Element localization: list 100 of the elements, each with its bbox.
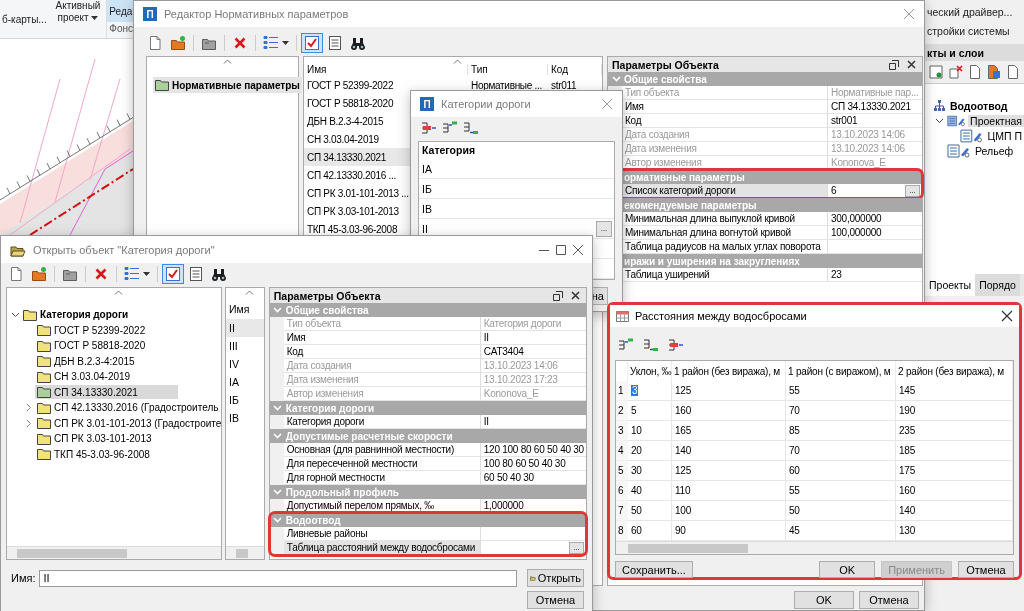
table-cell[interactable]: 185 (896, 441, 1013, 461)
property-value[interactable]: str001 (831, 115, 858, 126)
property-value[interactable]: 6 (831, 185, 837, 196)
property-value[interactable]: CAT3404 (483, 346, 524, 357)
table-cell[interactable]: 145 (896, 381, 1013, 401)
list-row[interactable]: ГОСТ Р 52399-2022 Нормативные ... str011 (304, 76, 602, 94)
property-value[interactable]: II (483, 416, 489, 427)
tree-item[interactable]: ТКП 45-3.03-96-2008 (35, 447, 152, 462)
table-cell[interactable]: 235 (896, 421, 1013, 441)
tree-item[interactable]: Нормативные параметры (153, 77, 302, 93)
list-item[interactable]: IВ (226, 409, 264, 427)
tree-item[interactable]: Проектная (968, 114, 1024, 127)
tree-item[interactable]: ЦМП П (985, 129, 1024, 142)
restore-icon[interactable] (889, 59, 899, 70)
property-value[interactable]: 60 50 40 30 (483, 472, 534, 483)
table-cell[interactable]: 30 (628, 461, 672, 481)
tree-item[interactable]: Водоотвод (948, 99, 1010, 112)
dialog-button[interactable]: Отмена (958, 561, 1014, 578)
ellipsis-button[interactable]: ... (596, 220, 612, 237)
table-cell[interactable]: 165 (672, 421, 786, 441)
tree-item[interactable]: Рельеф (973, 144, 1016, 157)
tree-item[interactable]: Категория дороги (21, 307, 131, 322)
scrollbar[interactable] (616, 541, 1013, 554)
ribbon-dropdown[interactable]: Активный проект (52, 0, 104, 24)
ellipsis-button[interactable]: ... (569, 541, 584, 554)
table-cell[interactable]: 190 (896, 401, 1013, 421)
grid-icon[interactable] (929, 65, 943, 79)
close-icon[interactable] (1001, 310, 1013, 322)
close-icon[interactable] (571, 291, 580, 300)
list-item[interactable]: IВ (422, 202, 432, 215)
list-item[interactable]: IV (226, 355, 264, 373)
table-cell[interactable]: 160 (672, 401, 786, 421)
table-cell[interactable]: 110 (672, 481, 786, 501)
property-label[interactable]: Имя (283, 331, 481, 345)
column-header[interactable]: Тип (468, 64, 548, 75)
table-cell[interactable]: 3 (628, 381, 672, 401)
list-item[interactable]: III (226, 337, 264, 355)
name-field[interactable]: II (39, 569, 517, 587)
property-value[interactable]: 100,000000 (831, 227, 882, 238)
ribbon-label[interactable]: ческий драйвер... (925, 0, 1024, 19)
property-value[interactable]: 23 (831, 269, 842, 280)
tree-item[interactable]: ГОСТ Р 58818-2020 (35, 338, 148, 353)
table-cell[interactable]: 5 (628, 401, 672, 421)
table-cell[interactable]: 140 (672, 441, 786, 461)
tree-item[interactable]: СН 3.03.04-2019 (35, 369, 133, 384)
property-value[interactable]: II (483, 332, 489, 343)
restore-icon[interactable] (553, 290, 563, 301)
dialog-button[interactable]: OK (819, 561, 876, 578)
property-label[interactable]: Список категорий дороги (622, 184, 828, 198)
table-cell[interactable]: 50 (786, 501, 896, 521)
property-value[interactable]: 100 80 60 50 40 30 (483, 458, 566, 469)
tree-item[interactable]: СП РК 3.01-101-2013 (Градостроите (35, 416, 224, 431)
list-item[interactable]: II (226, 319, 264, 337)
chevron-right-icon[interactable] (26, 403, 32, 413)
ribbon-label[interactable]: б-карты... (0, 13, 53, 25)
property-value[interactable]: 120 100 80 60 50 40 30 (483, 444, 584, 455)
dialog-button[interactable]: OK (794, 591, 854, 609)
property-value[interactable]: 300,000000 (831, 213, 882, 224)
table-cell[interactable]: 10 (628, 421, 672, 441)
ribbon-button[interactable]: Реда (107, 0, 133, 22)
table-cell[interactable]: 60 (786, 461, 896, 481)
selected-cell-text[interactable]: 3 (631, 385, 639, 396)
dialog-button[interactable]: Отмена (859, 591, 919, 609)
chevron-down-icon[interactable] (934, 117, 944, 124)
list-item[interactable]: IБ (226, 391, 264, 409)
property-label[interactable]: Код (283, 345, 481, 359)
table-cell[interactable]: 100 (672, 501, 786, 521)
maximize-icon[interactable] (556, 244, 566, 255)
document-icon[interactable] (1007, 65, 1019, 79)
scrollbar[interactable] (226, 546, 264, 559)
column-header[interactable]: Имя (226, 288, 264, 317)
list-item[interactable]: IА (226, 373, 264, 391)
property-label[interactable]: Для пересеченной местности (283, 457, 481, 471)
property-value[interactable]: СП 34.13330.2021 (831, 101, 911, 112)
table-cell[interactable]: 55 (786, 481, 896, 501)
table-cell[interactable]: 125 (672, 461, 786, 481)
table-cell[interactable]: 50 (628, 501, 672, 521)
table-cell[interactable]: 70 (786, 441, 896, 461)
chevron-down-icon[interactable] (10, 311, 20, 318)
ribbon-label[interactable]: стройки системы (925, 19, 1024, 38)
open-button[interactable]: Открыть (527, 569, 584, 587)
table-cell[interactable]: 85 (786, 421, 896, 441)
dialog-button[interactable]: Сохранить... (615, 561, 693, 578)
document-icon[interactable] (987, 65, 1001, 79)
scrollbar[interactable] (7, 546, 221, 559)
grid-delete-icon[interactable] (949, 65, 963, 79)
list-item[interactable]: IБ (422, 182, 432, 195)
chevron-right-icon[interactable] (26, 418, 32, 428)
list-item[interactable]: IА (422, 162, 432, 175)
panel-tab[interactable]: Проекты (925, 274, 976, 296)
close-icon[interactable] (907, 60, 916, 69)
table-cell[interactable]: 40 (628, 481, 672, 501)
tree-item[interactable]: ГОСТ Р 52399-2022 (35, 323, 148, 338)
table-cell[interactable]: 160 (896, 481, 1013, 501)
tree-item[interactable]: СП РК 3.03-101-2013 (35, 431, 154, 446)
table-cell[interactable]: 175 (896, 461, 1013, 481)
column-header[interactable]: Код (548, 64, 602, 75)
table-cell[interactable]: 125 (672, 381, 786, 401)
table-cell[interactable]: 55 (786, 381, 896, 401)
cancel-button[interactable]: Отмена (527, 591, 584, 609)
